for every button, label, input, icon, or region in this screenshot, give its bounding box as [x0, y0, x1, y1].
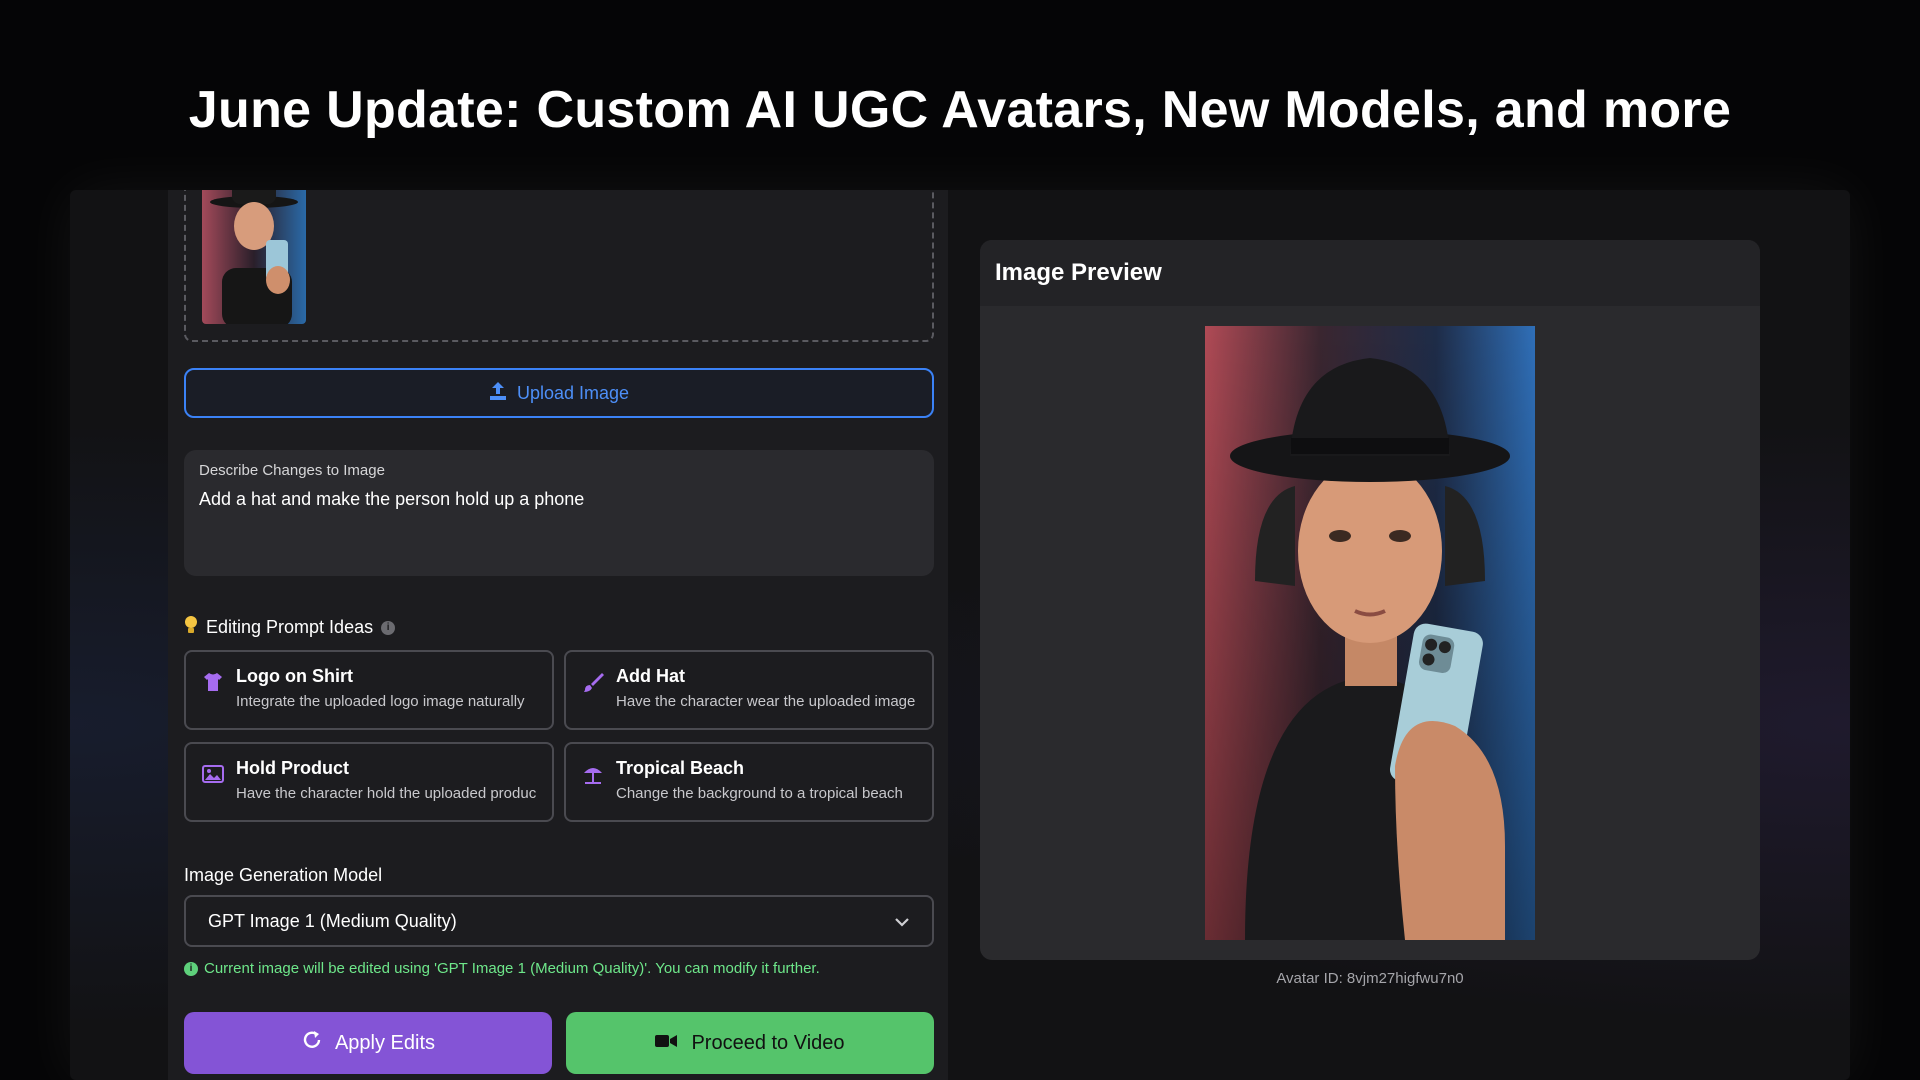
model-info-note: i Current image will be edited using 'GP… — [184, 960, 820, 977]
idea-description: Have the character wear the uploaded ima… — [616, 693, 916, 710]
upload-icon — [489, 381, 507, 406]
shirt-icon — [202, 671, 224, 693]
describe-changes-field[interactable]: Describe Changes to Image Add a hat and … — [184, 450, 934, 576]
page-headline: June Update: Custom AI UGC Avatars, New … — [188, 81, 1732, 139]
idea-card-tropical-beach[interactable]: Tropical Beach Change the background to … — [564, 742, 934, 822]
model-note-text: Current image will be edited using 'GPT … — [204, 960, 820, 977]
idea-title: Add Hat — [616, 666, 685, 686]
idea-title: Hold Product — [236, 758, 349, 778]
idea-title: Tropical Beach — [616, 758, 745, 778]
idea-description: Have the character hold the uploaded pro… — [236, 785, 536, 802]
idea-card-logo-on-shirt[interactable]: Logo on Shirt Integrate the uploaded log… — [184, 650, 554, 730]
idea-card-hold-product[interactable]: Hold Product Have the character hold the… — [184, 742, 554, 822]
avatar-preview-image — [1205, 326, 1535, 940]
image-icon — [202, 763, 224, 785]
lightbulb-icon — [184, 615, 198, 640]
editing-prompt-ideas-header: Editing Prompt Ideas i — [184, 615, 396, 640]
idea-title: Logo on Shirt — [236, 666, 353, 686]
image-dropzone[interactable] — [184, 190, 934, 342]
refresh-icon — [301, 1029, 323, 1057]
editor-panel: Upload Image Describe Changes to Image A… — [168, 190, 948, 1080]
upload-image-label: Upload Image — [516, 382, 630, 403]
apply-edits-label: Apply Edits — [334, 1031, 436, 1054]
info-icon: i — [184, 961, 198, 976]
image-preview-title: Image Preview — [980, 240, 1760, 306]
proceed-to-video-button[interactable]: Proceed to Video — [566, 1012, 934, 1074]
info-icon[interactable]: i — [381, 620, 396, 635]
model-select-value: GPT Image 1 (Medium Quality) — [208, 910, 457, 931]
image-generation-model-label: Image Generation Model — [184, 865, 383, 885]
idea-description: Integrate the uploaded logo image natura… — [236, 693, 525, 710]
idea-description: Change the background to a tropical beac… — [616, 785, 903, 802]
chevron-down-icon — [894, 911, 910, 932]
describe-changes-input[interactable]: Add a hat and make the person hold up a … — [199, 489, 919, 510]
uploaded-image-thumbnail[interactable] — [202, 190, 306, 324]
image-preview-card: Image Preview — [980, 240, 1760, 960]
avatar-id-label: Avatar ID: 8vjm27higfwu7n0 — [1276, 970, 1464, 987]
beach-umbrella-icon — [582, 763, 604, 785]
idea-card-add-hat[interactable]: Add Hat Have the character wear the uplo… — [564, 650, 934, 730]
brush-icon — [582, 671, 604, 693]
describe-changes-label: Describe Changes to Image — [199, 462, 385, 479]
video-camera-icon — [655, 1032, 678, 1055]
upload-image-button[interactable]: Upload Image — [184, 368, 934, 418]
app-window: Upload Image Describe Changes to Image A… — [70, 190, 1850, 1080]
image-generation-model-select[interactable]: GPT Image 1 (Medium Quality) — [184, 895, 934, 947]
editing-prompt-ideas-title: Editing Prompt Ideas — [206, 617, 374, 637]
proceed-to-video-label: Proceed to Video — [691, 1031, 845, 1054]
apply-edits-button[interactable]: Apply Edits — [184, 1012, 552, 1074]
